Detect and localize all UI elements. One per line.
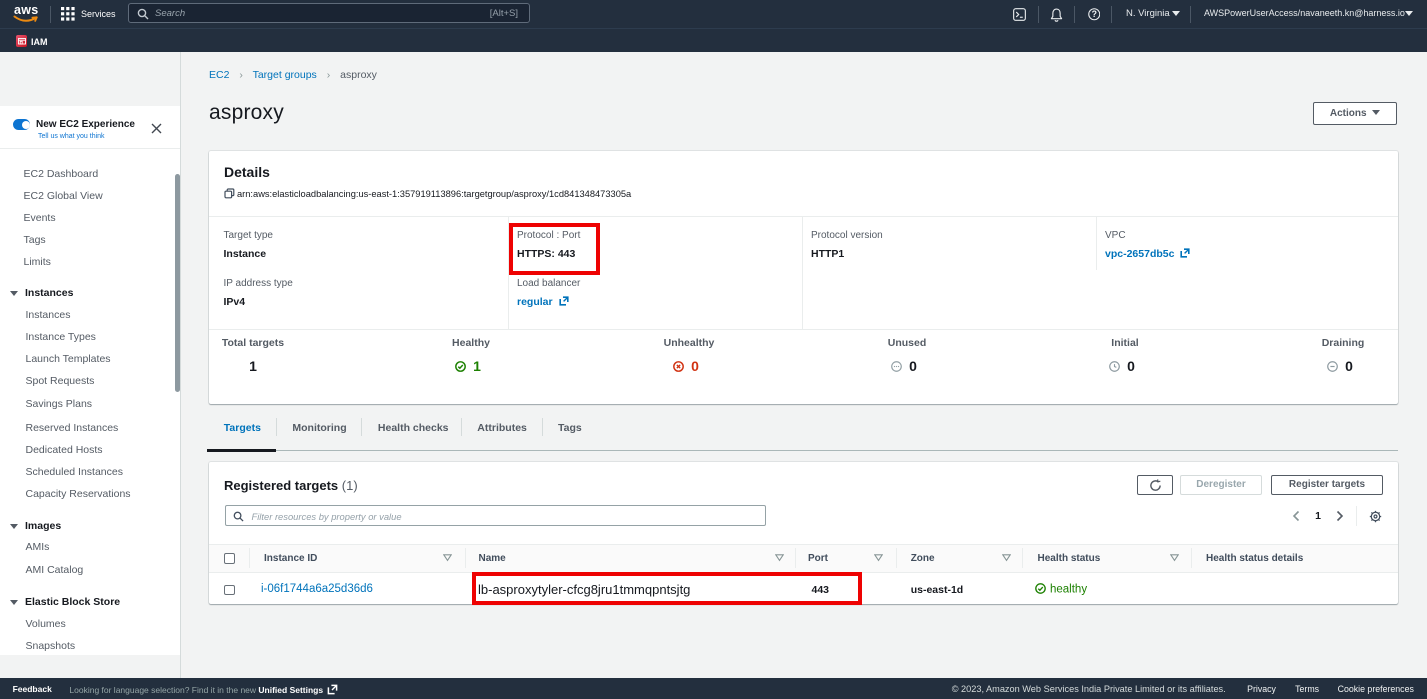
svg-text:?: ?: [1091, 9, 1096, 19]
